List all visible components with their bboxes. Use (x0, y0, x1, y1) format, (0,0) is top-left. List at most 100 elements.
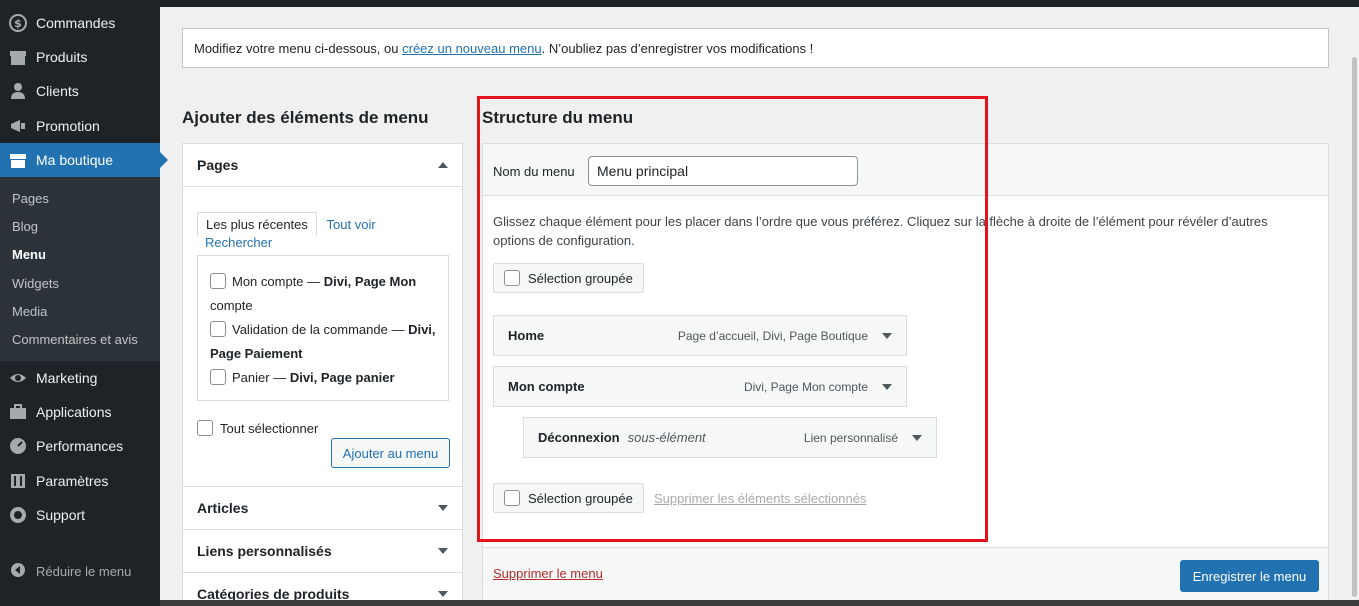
submenu-item-pages[interactable]: Pages (12, 191, 49, 206)
store-icon (8, 150, 28, 170)
collapse-label: Réduire le menu (36, 563, 132, 579)
menu-name-row: Nom du menu Menu principal (483, 144, 1328, 196)
submenu-item-menu[interactable]: Menu (12, 247, 46, 262)
tab-most-recent[interactable]: Les plus récentes (197, 212, 317, 237)
sidebar-item-label: Clients (36, 83, 79, 99)
menu-item-type: Lien personnalisé (803, 430, 898, 445)
notice-text-before: Modifiez votre menu ci-dessous, ou (194, 41, 403, 56)
collapse-menu-button[interactable]: Réduire le menu (0, 561, 131, 581)
sidebar-item-produits[interactable]: Produits (0, 40, 160, 74)
sidebar-item-label: Applications (36, 404, 112, 420)
menu-item-title: Mon compte (508, 379, 585, 394)
sidebar-item-applications[interactable]: Applications (0, 395, 160, 429)
expand-item-arrow-icon[interactable] (882, 332, 892, 339)
pages-heading: Pages (197, 157, 239, 173)
create-new-menu-link[interactable]: créez un nouveau menu (402, 41, 541, 56)
articles-accordion[interactable]: Articles (182, 486, 463, 530)
user-icon (8, 81, 28, 101)
select-all-checkbox[interactable]: Tout sélectionner (197, 420, 318, 436)
page-item-panier[interactable]: Panier — Divi, Page panier (210, 366, 442, 390)
custom-links-accordion[interactable]: Liens personnalisés (182, 529, 463, 573)
sidebar-item-support[interactable]: Support (0, 498, 160, 532)
svg-text:$: $ (14, 17, 22, 30)
submenu-item-media[interactable]: Media (12, 304, 47, 319)
menu-name-label: Nom du menu (493, 164, 575, 179)
notice-text-after: . N’oubliez pas d’enregistrer vos modifi… (541, 41, 814, 56)
menu-item-mon-compte[interactable]: Mon compte Divi, Page Mon compte (493, 366, 907, 407)
page-item-meta: Divi, (408, 322, 436, 337)
select-all-box[interactable] (197, 420, 213, 436)
save-menu-button[interactable]: Enregistrer le menu (1180, 560, 1319, 592)
menu-item-title: Home (508, 328, 545, 343)
page-item-meta: Divi, Page panier (289, 370, 395, 385)
admin-sidebar: $ Commandes Produits Clients Promotion M… (0, 0, 168, 606)
sidebar-item-marketing[interactable]: Marketing (0, 361, 160, 395)
menu-panel-footer: Supprimer le menu Enregistrer le menu (483, 547, 1328, 606)
collapse-arrow-up-icon[interactable] (438, 162, 448, 168)
bulk-select-top[interactable]: Sélection groupée (493, 263, 644, 293)
sidebar-item-label: Produits (36, 49, 88, 65)
menu-structure-title: Structure du menu (482, 108, 634, 127)
page-item-rest: Page Paiement (210, 346, 303, 361)
page-checkbox[interactable] (210, 321, 226, 338)
gauge-icon (8, 436, 28, 456)
sidebar-item-promotion[interactable]: Promotion (0, 109, 160, 143)
page-item-label: Panier — (232, 370, 290, 385)
sidebar-submenu: Pages Blog Menu Widgets Media Commentair… (0, 177, 160, 361)
menu-item-type: Page d’accueil, Divi, Page Boutique (677, 328, 868, 343)
lifebuoy-icon (8, 505, 28, 525)
admin-bar (160, 0, 1359, 7)
pages-accordion: Pages Les plus récentes Tout voir Recher… (182, 143, 463, 487)
dollar-icon: $ (8, 13, 28, 33)
menu-item-deconnexion[interactable]: Déconnexion sous-élément Lien personnali… (523, 417, 937, 458)
add-to-menu-button[interactable]: Ajouter au menu (331, 438, 450, 468)
page-scrollbar[interactable] (1350, 7, 1359, 606)
pages-tabs: Les plus récentes Tout voir (197, 212, 457, 237)
submenu-item-commentaires[interactable]: Commentaires et avis (12, 332, 138, 347)
menu-item-title: Déconnexion (538, 430, 620, 445)
select-all-label: Tout sélectionner (220, 420, 319, 436)
sidebar-item-label: Paramètres (36, 473, 109, 489)
articles-heading: Articles (197, 500, 249, 516)
expand-item-arrow-icon[interactable] (882, 383, 892, 390)
expand-arrow-icon[interactable] (438, 591, 448, 597)
menu-name-input[interactable]: Menu principal (588, 156, 858, 186)
bottom-edge (160, 600, 1359, 606)
sidebar-item-parametres[interactable]: Paramètres (0, 464, 160, 498)
sidebar-item-commandes[interactable]: $ Commandes (0, 6, 160, 40)
sidebar-item-label: Performances (36, 438, 124, 454)
page-item-mon-compte[interactable]: Mon compte — Divi, Page Mon compte (210, 270, 442, 318)
page-item-meta: Divi, Page Mon (323, 274, 417, 289)
delete-selected-link[interactable]: Supprimer les éléments sélectionnés (654, 491, 866, 506)
sidebar-item-label: Marketing (36, 370, 98, 386)
page-checkbox[interactable] (210, 369, 226, 386)
bulk-select-checkbox[interactable] (504, 490, 520, 506)
sidebar-item-label: Promotion (36, 118, 100, 134)
tab-view-all[interactable]: Tout voir (327, 217, 376, 232)
sidebar-item-label: Support (36, 507, 86, 523)
expand-item-arrow-icon[interactable] (912, 434, 922, 441)
menu-item-home[interactable]: Home Page d’accueil, Divi, Page Boutique (493, 315, 907, 356)
page-item-validation[interactable]: Validation de la commande — Divi, Page Pa… (210, 318, 442, 366)
visibility-icon (8, 368, 28, 388)
delete-menu-link[interactable]: Supprimer le menu (493, 566, 603, 581)
add-items-title: Ajouter des éléments de menu (182, 108, 429, 127)
expand-arrow-icon[interactable] (438, 548, 448, 554)
bulk-select-bottom[interactable]: Sélection groupée (493, 483, 644, 513)
scrollbar-thumb[interactable] (1352, 57, 1357, 597)
submenu-item-blog[interactable]: Blog (12, 219, 38, 234)
sidebar-item-ma-boutique[interactable]: Ma boutique (0, 143, 168, 177)
briefcase-icon (8, 402, 28, 422)
page-checkbox[interactable] (210, 273, 226, 290)
submenu-item-widgets[interactable]: Widgets (12, 276, 59, 291)
sidebar-item-clients[interactable]: Clients (0, 74, 160, 108)
bulk-select-checkbox[interactable] (504, 270, 520, 286)
sidebar-item-performances[interactable]: Performances (0, 429, 160, 463)
custom-links-heading: Liens personnalisés (197, 543, 332, 559)
pages-accordion-header[interactable]: Pages (183, 144, 462, 187)
menu-item-type: Divi, Page Mon compte (743, 379, 868, 394)
tab-search[interactable]: Rechercher (205, 235, 272, 250)
sliders-icon (8, 471, 28, 491)
page-item-label: Validation de la commande — (232, 322, 409, 337)
expand-arrow-icon[interactable] (438, 505, 448, 511)
